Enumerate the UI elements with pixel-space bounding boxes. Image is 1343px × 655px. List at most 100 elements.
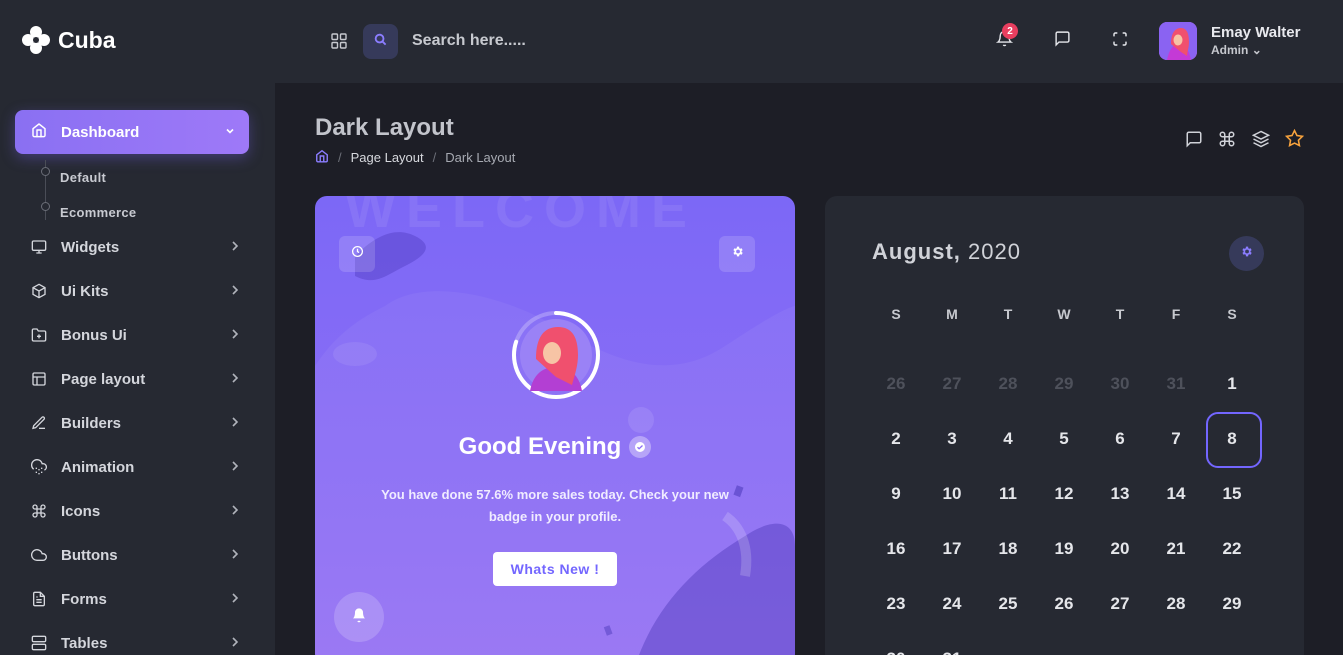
calendar-day[interactable]: 7: [1148, 411, 1204, 466]
breadcrumb-item: Dark Layout: [445, 150, 516, 165]
sidebar-item-page-layout[interactable]: Page layout: [30, 364, 245, 394]
user-name[interactable]: Emay Walter: [1211, 24, 1300, 41]
box-icon: [30, 283, 47, 300]
submenu-item-default[interactable]: Default: [41, 160, 136, 195]
calendar-day[interactable]: 16: [868, 521, 924, 576]
chevron-right-icon: [231, 592, 239, 606]
calendar-settings-button[interactable]: [1229, 236, 1264, 271]
weekday-label: W: [1057, 306, 1071, 322]
sidebar-item-dashboard[interactable]: Dashboard: [15, 110, 249, 154]
command-icon: [30, 503, 47, 520]
calendar-month-year[interactable]: August, 2020: [872, 239, 1021, 265]
bookmark-tool-button[interactable]: [1284, 128, 1304, 151]
sidebar-item-buttons[interactable]: Buttons: [30, 540, 245, 570]
greeting-text: Good Evening: [458, 433, 622, 460]
calendar-day[interactable]: 19: [1036, 521, 1092, 576]
layers-tool-button[interactable]: [1251, 130, 1271, 151]
sidebar-item-bonus-ui[interactable]: Bonus Ui: [30, 320, 245, 350]
calendar-day[interactable]: 18: [980, 521, 1036, 576]
calendar-day[interactable]: 17: [924, 521, 980, 576]
calendar-year: 2020: [968, 239, 1021, 264]
calendar-day[interactable]: 8: [1204, 411, 1262, 468]
calendar-day[interactable]: 29: [1036, 356, 1092, 411]
avatar[interactable]: [1159, 22, 1197, 60]
notification-bell-button[interactable]: [334, 592, 384, 642]
sidebar-item-builders[interactable]: Builders: [30, 408, 245, 438]
calendar-day[interactable]: 28: [980, 356, 1036, 411]
grid-icon[interactable]: [331, 33, 347, 54]
clock-button[interactable]: [339, 236, 375, 272]
top-header: Emay Walter Admin ⌄: [275, 0, 1343, 83]
command-tool-button[interactable]: [1217, 130, 1237, 151]
home-icon[interactable]: [315, 149, 329, 166]
watermark-text: WELCOME: [345, 196, 697, 239]
calendar-day[interactable]: 29: [1204, 576, 1260, 631]
calendar-day[interactable]: 11: [980, 466, 1036, 521]
calendar-day[interactable]: 5: [1036, 411, 1092, 466]
calendar-day[interactable]: 24: [924, 576, 980, 631]
calendar-day[interactable]: 27: [1092, 576, 1148, 631]
cloud-icon: [30, 547, 47, 564]
breadcrumb-separator: /: [432, 150, 437, 165]
fullscreen-button[interactable]: [1109, 30, 1131, 52]
calendar-day[interactable]: 21: [1148, 521, 1204, 576]
maximize-icon: [1112, 31, 1128, 52]
search-input[interactable]: [412, 28, 712, 54]
calendar-day[interactable]: 3: [924, 411, 980, 466]
calendar-day[interactable]: 4: [980, 411, 1036, 466]
submenu-item-ecommerce[interactable]: Ecommerce: [41, 195, 136, 230]
sidebar-item-animation[interactable]: Animation: [30, 452, 245, 482]
sidebar-item-icons[interactable]: Icons: [30, 496, 245, 526]
settings-button[interactable]: [719, 236, 755, 272]
brand-logo[interactable]: Cuba: [22, 26, 116, 54]
calendar-day[interactable]: 2: [868, 411, 924, 466]
chat-button[interactable]: [1051, 30, 1073, 52]
breadcrumb-separator: /: [338, 150, 342, 165]
user-role[interactable]: Admin ⌄: [1211, 43, 1262, 57]
message-square-icon: [1054, 30, 1071, 52]
folder-plus-icon: [30, 327, 47, 344]
calendar-day[interactable]: 9: [868, 466, 924, 521]
calendar-day[interactable]: 28: [1148, 576, 1204, 631]
dashboard-submenu: Default Ecommerce: [41, 160, 136, 230]
gear-icon: [731, 245, 744, 263]
calendar-month: August,: [872, 239, 961, 264]
calendar-day[interactable]: 26: [868, 356, 924, 411]
calendar-day[interactable]: 14: [1148, 466, 1204, 521]
sidebar-item-tables[interactable]: Tables: [30, 628, 245, 655]
calendar-day[interactable]: 30: [1092, 356, 1148, 411]
breadcrumb: / Page Layout / Dark Layout: [315, 149, 515, 166]
calendar-day[interactable]: 25: [980, 576, 1036, 631]
calendar-day[interactable]: 1: [1204, 356, 1260, 411]
calendar-day[interactable]: 22: [1204, 521, 1260, 576]
chevron-right-icon: [231, 504, 239, 518]
cloud-drizzle-icon: [30, 459, 47, 476]
whats-new-button[interactable]: Whats New !: [493, 552, 617, 586]
chevron-right-icon: [231, 240, 239, 254]
calendar-day[interactable]: 30: [868, 631, 924, 655]
calendar-day[interactable]: 12: [1036, 466, 1092, 521]
calendar-day[interactable]: 13: [1092, 466, 1148, 521]
calendar-day[interactable]: 31: [924, 631, 980, 655]
calendar-day[interactable]: 26: [1036, 576, 1092, 631]
calendar-day[interactable]: 31: [1148, 356, 1204, 411]
calendar-day[interactable]: 10: [924, 466, 980, 521]
calendar-day[interactable]: 23: [868, 576, 924, 631]
breadcrumb-item[interactable]: Page Layout: [351, 150, 424, 165]
chat-tool-button[interactable]: [1184, 131, 1204, 151]
sidebar-item-forms[interactable]: Forms: [30, 584, 245, 614]
clock-icon: [351, 245, 364, 263]
sidebar-item-widgets[interactable]: Widgets: [30, 232, 245, 262]
search-button[interactable]: [363, 24, 398, 59]
sidebar: Cuba Dashboard Default Ecommerce Widgets…: [0, 0, 275, 655]
sidebar-item-label: Builders: [61, 414, 122, 432]
calendar-day[interactable]: 27: [924, 356, 980, 411]
calendar-day[interactable]: 15: [1204, 466, 1260, 521]
chevron-right-icon: [231, 328, 239, 342]
chevron-right-icon: [231, 636, 239, 650]
calendar-day[interactable]: 20: [1092, 521, 1148, 576]
calendar-day[interactable]: 6: [1092, 411, 1148, 466]
logo-icon: [22, 26, 50, 54]
layout-icon: [30, 371, 47, 388]
sidebar-item-ui-kits[interactable]: Ui Kits: [30, 276, 245, 306]
